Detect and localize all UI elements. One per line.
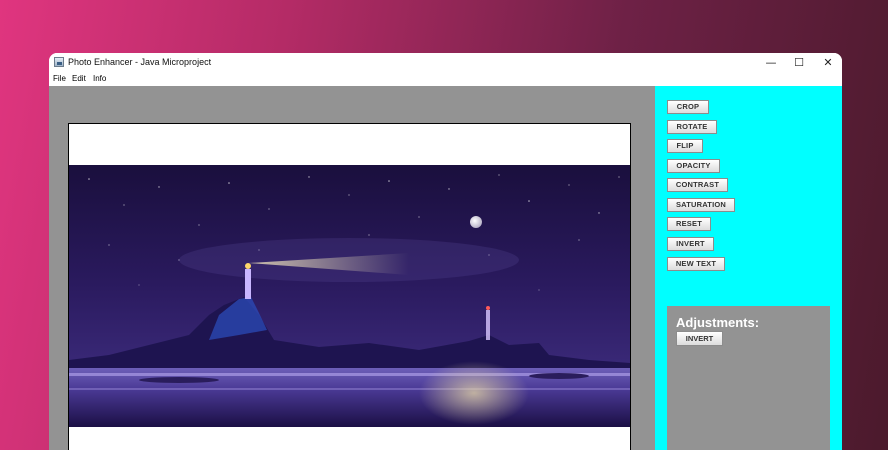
crop-button[interactable]: CROP xyxy=(667,100,709,114)
adjustments-title: Adjustments: xyxy=(676,315,760,330)
adjustments-panel: Adjustments: INVERT xyxy=(667,306,830,450)
new-text-button[interactable]: NEW TEXT xyxy=(667,257,725,271)
edited-photo[interactable] xyxy=(69,165,630,427)
reset-button[interactable]: RESET xyxy=(667,217,711,231)
minimize-button[interactable]: — xyxy=(757,53,785,72)
window-title: Photo Enhancer - Java Microproject xyxy=(68,57,212,67)
close-button[interactable]: ✕ xyxy=(814,53,842,72)
moon xyxy=(470,216,482,228)
rock xyxy=(139,377,219,383)
moon-reflection xyxy=(419,361,529,425)
lighthouse-tower xyxy=(245,269,251,299)
opacity-button[interactable]: OPACITY xyxy=(667,159,720,173)
title-bar: Photo Enhancer - Java Microproject — ☐ ✕ xyxy=(49,53,842,72)
image-frame xyxy=(68,123,631,450)
rock xyxy=(529,373,589,379)
menu-info[interactable]: Info xyxy=(93,74,106,83)
water-shimmer-2 xyxy=(69,388,630,390)
canvas-area xyxy=(49,86,655,450)
tower-light xyxy=(486,306,490,310)
app-window: Photo Enhancer - Java Microproject — ☐ ✕… xyxy=(49,53,842,450)
menu-file[interactable]: File xyxy=(53,74,66,83)
app-icon xyxy=(54,57,64,67)
maximize-button[interactable]: ☐ xyxy=(785,53,813,72)
tools-panel: CROP ROTATE FLIP OPACITY CONTRAST SATURA… xyxy=(655,86,842,450)
radio-tower xyxy=(486,310,490,340)
rotate-button[interactable]: ROTATE xyxy=(667,120,717,134)
adjust-invert-button[interactable]: INVERT xyxy=(676,331,723,346)
lighthouse-lamp xyxy=(245,263,251,269)
menu-bar: File Edit Info xyxy=(49,72,842,86)
invert-button[interactable]: INVERT xyxy=(667,237,714,251)
menu-edit[interactable]: Edit xyxy=(72,74,86,83)
contrast-button[interactable]: CONTRAST xyxy=(667,178,728,192)
flip-button[interactable]: FLIP xyxy=(667,139,703,153)
saturation-button[interactable]: SATURATION xyxy=(667,198,735,212)
